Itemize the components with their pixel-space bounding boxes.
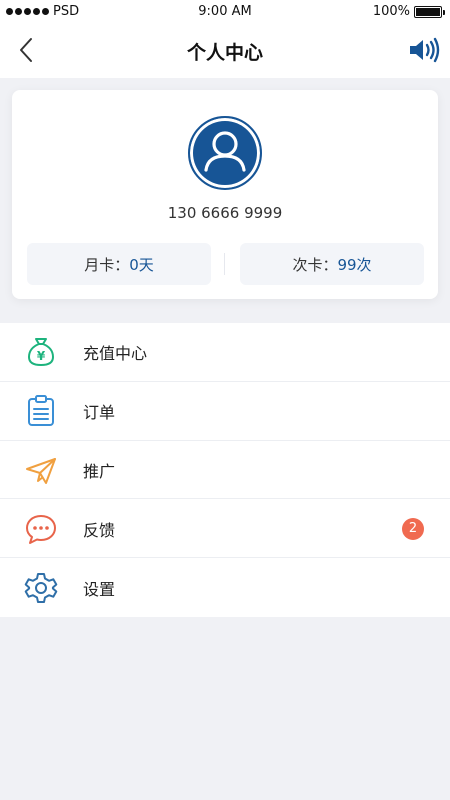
- menu-item-label: 设置: [83, 579, 116, 599]
- svg-text:¥: ¥: [37, 349, 46, 363]
- menu-item-label: 推广: [83, 461, 116, 481]
- paper-plane-icon: [26, 457, 56, 484]
- menu-item-orders[interactable]: 订单: [0, 382, 450, 441]
- gear-icon: [24, 572, 58, 603]
- battery-icon: [414, 5, 445, 18]
- menu-item-settings[interactable]: 设置: [0, 558, 450, 617]
- pill-divider: [224, 253, 225, 275]
- money-bag-icon: ¥: [28, 338, 54, 367]
- monthly-card-value: 0天: [129, 255, 154, 274]
- feedback-badge: 2: [402, 517, 424, 540]
- back-button[interactable]: [12, 35, 42, 65]
- battery-percent: 100%: [372, 4, 410, 19]
- user-icon: [204, 131, 246, 172]
- speaker-icon: [410, 37, 440, 63]
- monthly-card-label: 月卡：: [84, 255, 130, 274]
- sound-button[interactable]: [408, 36, 440, 64]
- battery-status: 100%: [372, 4, 445, 19]
- menu-item-label: 订单: [83, 403, 116, 423]
- menu-item-label: 充值中心: [83, 344, 148, 364]
- status-bar: PSD 9:00 AM 100%: [0, 0, 450, 22]
- chat-bubble-icon: [26, 514, 56, 544]
- avatar[interactable]: [188, 116, 262, 190]
- menu-item-label: 反馈: [83, 520, 116, 540]
- page-title: 个人中心: [186, 42, 263, 64]
- nav-bar: 个人中心: [0, 22, 450, 78]
- chevron-left-icon: [20, 38, 32, 62]
- menu-item-feedback[interactable]: 反馈 2: [0, 499, 450, 559]
- menu-item-recharge[interactable]: ¥ 充值中心: [0, 323, 450, 382]
- profile-card: 130 6666 9999 月卡： 0天 次卡： 99次: [12, 90, 438, 299]
- count-card-pill[interactable]: 次卡： 99次: [240, 243, 424, 285]
- phone-number: 130 6666 9999: [167, 204, 283, 222]
- menu-item-promotion[interactable]: 推广: [0, 441, 450, 500]
- clipboard-list-icon: [28, 395, 54, 427]
- monthly-card-pill[interactable]: 月卡： 0天: [27, 243, 211, 285]
- count-card-value: 99次: [337, 255, 372, 274]
- count-card-label: 次卡：: [292, 255, 338, 274]
- menu-list: ¥ 充值中心 订单 推广 反馈 2 设置: [0, 323, 450, 617]
